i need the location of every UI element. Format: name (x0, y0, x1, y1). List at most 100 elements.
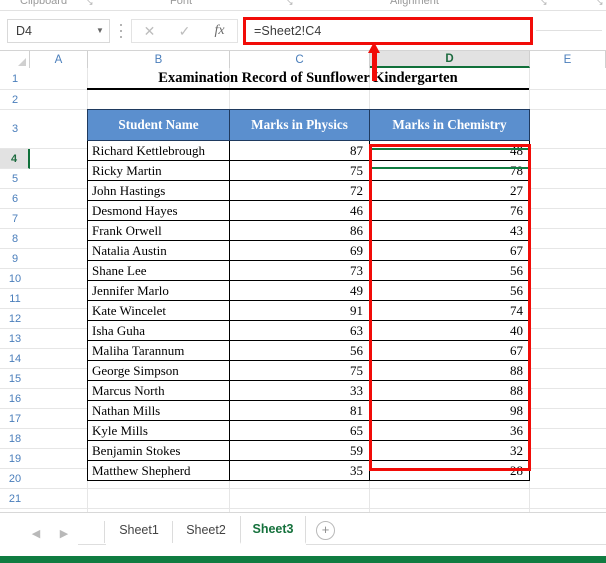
row-header-13[interactable]: 13 (0, 329, 30, 349)
row-header-6[interactable]: 6 (0, 189, 30, 209)
cell-student-name[interactable]: Desmond Hayes (87, 200, 230, 221)
cell-student-name[interactable]: George Simpson (87, 360, 230, 381)
next-sheet-icon[interactable]: ▶ (50, 527, 78, 540)
row-header-12[interactable]: 12 (0, 309, 30, 329)
row-header-5[interactable]: 5 (0, 169, 30, 189)
cell-student-name[interactable]: Benjamin Stokes (87, 440, 230, 461)
select-all-corner[interactable] (0, 51, 30, 68)
cell-chemistry[interactable]: 76 (369, 200, 530, 221)
table-row[interactable]: Richard Kettlebrough 87 48 (87, 140, 530, 161)
clipboard-dialog-launcher-icon[interactable]: ↘ (86, 0, 94, 8)
cell-physics[interactable]: 81 (229, 400, 370, 421)
table-row[interactable]: Marcus North 33 88 (87, 380, 530, 401)
formula-input-highlight[interactable]: =Sheet2!C4 (243, 17, 533, 45)
table-row[interactable]: Nathan Mills 81 98 (87, 400, 530, 421)
add-sheet-button[interactable]: + (316, 521, 335, 540)
cell-student-name[interactable]: Natalia Austin (87, 240, 230, 261)
prev-sheet-icon[interactable]: ◀ (22, 527, 50, 540)
confirm-icon[interactable]: ✓ (170, 20, 200, 42)
sheet-tab-sheet2[interactable]: Sheet2 (173, 516, 239, 544)
row-header-10[interactable]: 10 (0, 269, 30, 289)
column-header-c[interactable]: C (230, 51, 370, 68)
cells-area[interactable]: Examination Record of Sunflower Kinderga… (30, 68, 606, 512)
cell-student-name[interactable]: Kyle Mills (87, 420, 230, 441)
table-row[interactable]: Jennifer Marlo 49 56 (87, 280, 530, 301)
cell-chemistry[interactable]: 78 (369, 160, 530, 181)
row-header-14[interactable]: 14 (0, 349, 30, 369)
table-row[interactable]: John Hastings 72 27 (87, 180, 530, 201)
cell-physics[interactable]: 87 (229, 140, 370, 161)
cell-student-name[interactable]: Isha Guha (87, 320, 230, 341)
cell-student-name[interactable]: Maliha Tarannum (87, 340, 230, 361)
cell-chemistry[interactable]: 56 (369, 280, 530, 301)
table-row[interactable]: Shane Lee 73 56 (87, 260, 530, 281)
cell-student-name[interactable]: Marcus North (87, 380, 230, 401)
col-header-student-name[interactable]: Student Name (87, 109, 230, 141)
cell-chemistry[interactable]: 43 (369, 220, 530, 241)
cell-student-name[interactable]: Kate Wincelet (87, 300, 230, 321)
row-header-16[interactable]: 16 (0, 389, 30, 409)
cell-physics[interactable]: 65 (229, 420, 370, 441)
cell-student-name[interactable]: Richard Kettlebrough (87, 140, 230, 161)
cell-chemistry[interactable]: 67 (369, 240, 530, 261)
row-header-11[interactable]: 11 (0, 289, 30, 309)
font-dialog-launcher-icon[interactable]: ↘ (286, 0, 294, 8)
cancel-icon[interactable]: ✕ (135, 20, 165, 42)
cell-physics[interactable]: 33 (229, 380, 370, 401)
number-dialog-launcher-icon[interactable]: ↘ (596, 0, 604, 8)
cell-chemistry[interactable]: 98 (369, 400, 530, 421)
table-row[interactable]: Benjamin Stokes 59 32 (87, 440, 530, 461)
formula-bar-kebab-icon[interactable] (117, 24, 125, 38)
col-header-marks-chemistry[interactable]: Marks in Chemistry (369, 109, 530, 141)
cell-chemistry[interactable]: 56 (369, 260, 530, 281)
row-header-4[interactable]: 4 (0, 149, 30, 169)
col-header-marks-physics[interactable]: Marks in Physics (229, 109, 370, 141)
cell-student-name[interactable]: Matthew Shepherd (87, 460, 230, 481)
table-row[interactable]: Matthew Shepherd 35 28 (87, 460, 530, 481)
cell-student-name[interactable]: Ricky Martin (87, 160, 230, 181)
column-header-b[interactable]: B (88, 51, 230, 68)
row-header-2[interactable]: 2 (0, 90, 30, 110)
table-row[interactable]: Kate Wincelet 91 74 (87, 300, 530, 321)
column-header-d[interactable]: D (370, 51, 530, 68)
table-row[interactable]: George Simpson 75 88 (87, 360, 530, 381)
cell-student-name[interactable]: Jennifer Marlo (87, 280, 230, 301)
cell-chemistry[interactable]: 88 (369, 380, 530, 401)
row-header-7[interactable]: 7 (0, 209, 30, 229)
cell-physics[interactable]: 73 (229, 260, 370, 281)
cell-physics[interactable]: 69 (229, 240, 370, 261)
cell-student-name[interactable]: Shane Lee (87, 260, 230, 281)
row-header-19[interactable]: 19 (0, 449, 30, 469)
row-header-9[interactable]: 9 (0, 249, 30, 269)
table-row[interactable]: Natalia Austin 69 67 (87, 240, 530, 261)
cell-chemistry[interactable]: 36 (369, 420, 530, 441)
sheet-tab-sheet3[interactable]: Sheet3 (240, 516, 306, 544)
insert-function-icon[interactable]: fx (205, 20, 235, 42)
cell-chemistry[interactable]: 32 (369, 440, 530, 461)
cell-physics[interactable]: 35 (229, 460, 370, 481)
cell-chemistry[interactable]: 27 (369, 180, 530, 201)
row-header-21[interactable]: 21 (0, 489, 30, 509)
cell-chemistry[interactable]: 74 (369, 300, 530, 321)
name-box[interactable]: D4 ▼ (7, 19, 110, 43)
cell-student-name[interactable]: Nathan Mills (87, 400, 230, 421)
table-row[interactable]: Kyle Mills 65 36 (87, 420, 530, 441)
row-header-1[interactable]: 1 (0, 68, 30, 90)
sheet-tab-sheet1[interactable]: Sheet1 (106, 516, 172, 544)
column-header-e[interactable]: E (530, 51, 606, 68)
cell-physics[interactable]: 91 (229, 300, 370, 321)
cell-physics[interactable]: 75 (229, 160, 370, 181)
table-row[interactable]: Frank Orwell 86 43 (87, 220, 530, 241)
row-header-3[interactable]: 3 (0, 110, 30, 149)
row-header-17[interactable]: 17 (0, 409, 30, 429)
row-header-15[interactable]: 15 (0, 369, 30, 389)
sheet-title[interactable]: Examination Record of Sunflower Kinderga… (87, 68, 529, 90)
cell-physics[interactable]: 49 (229, 280, 370, 301)
row-header-20[interactable]: 20 (0, 469, 30, 489)
row-header-8[interactable]: 8 (0, 229, 30, 249)
table-row[interactable]: Isha Guha 63 40 (87, 320, 530, 341)
cell-physics[interactable]: 59 (229, 440, 370, 461)
cell-physics[interactable]: 63 (229, 320, 370, 341)
cell-chemistry[interactable]: 28 (369, 460, 530, 481)
cell-chemistry[interactable]: 67 (369, 340, 530, 361)
